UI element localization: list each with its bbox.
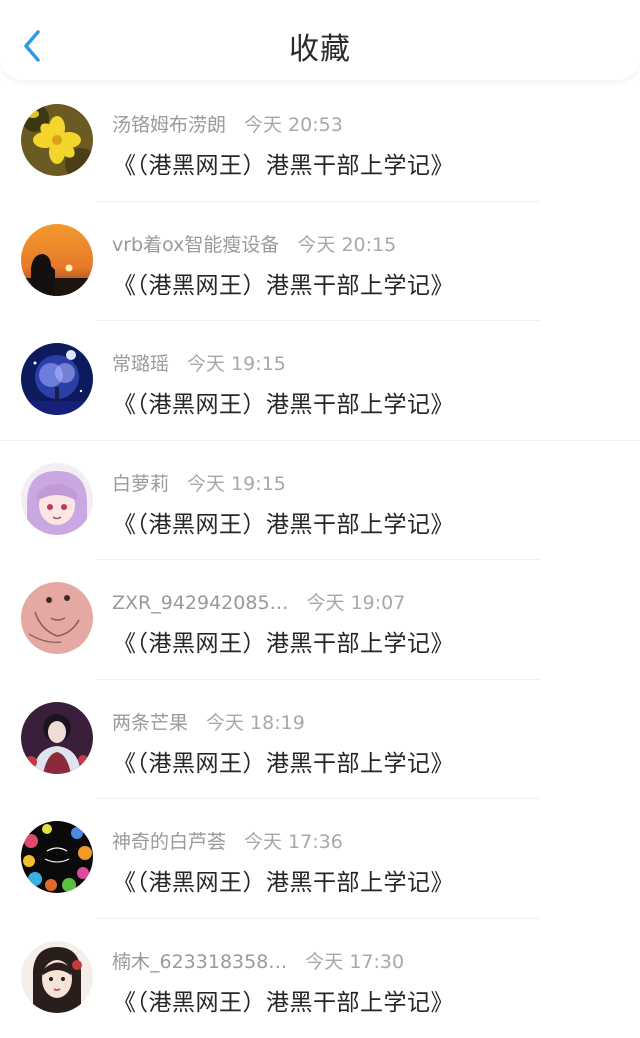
list-item[interactable]: 两条芒果今天 18:19 《（港黑网王）港黑干部上学记》 [0,680,640,800]
avatar [21,463,93,535]
timestamp: 今天 17:30 [305,951,404,973]
timestamp: 今天 19:15 [187,473,286,495]
message-text: 《（港黑网王）港黑干部上学记》 [113,624,454,658]
list-item[interactable]: 汤铬姆布涝朗今天 20:53 《（港黑网王）港黑干部上学记》 [0,82,640,202]
timestamp: 今天 20:15 [297,234,396,256]
sender-name: 汤铬姆布涝朗 [112,114,226,136]
avatar [21,104,93,176]
list-item[interactable]: ZXR_942942085… 今天 19:07 《（港黑网王）港黑干部上学记》 [0,560,640,680]
nav-bar: 收藏 [0,0,640,80]
page-title: 收藏 [0,24,640,68]
timestamp: 今天 17:36 [244,831,343,853]
timestamp: 今天 18:19 [206,712,305,734]
list-item[interactable]: vrb着ox智能瘦设备今天 20:15 《（港黑网王）港黑干部上学记》 [0,202,640,322]
avatar [21,343,93,415]
sender-name: 两条芒果 [112,712,188,734]
list-item[interactable]: 神奇的白芦荟今天 17:36 《（港黑网王）港黑干部上学记》 [0,799,640,919]
sender-name: 楠木_623318358… [112,951,287,973]
sender-name: 常璐瑶 [112,353,169,375]
sender-name: 白萝莉 [112,473,169,495]
list-item[interactable]: 楠木_623318358… 今天 17:30 《（港黑网王）港黑干部上学记》 [0,919,640,1038]
timestamp: 今天 19:15 [187,353,286,375]
list-item[interactable]: 常璐瑶今天 19:15 《（港黑网王）港黑干部上学记》 [0,321,640,441]
favorites-list: 汤铬姆布涝朗今天 20:53 《（港黑网王）港黑干部上学记》 [0,82,640,1038]
avatar [21,582,93,654]
sender-name: ZXR_942942085… [112,592,289,614]
timestamp: 今天 19:07 [307,592,406,614]
message-text: 《（港黑网王）港黑干部上学记》 [113,505,454,539]
sender-name: 神奇的白芦荟 [112,831,226,853]
avatar [21,702,93,774]
message-text: 《（港黑网王）港黑干部上学记》 [113,744,454,778]
list-item[interactable]: 白萝莉今天 19:15 《（港黑网王）港黑干部上学记》 [0,441,640,561]
message-text: 《（港黑网王）港黑干部上学记》 [113,146,454,180]
message-text: 《（港黑网王）港黑干部上学记》 [113,385,454,419]
message-text: 《（港黑网王）港黑干部上学记》 [113,266,454,300]
message-text: 《（港黑网王）港黑干部上学记》 [113,983,454,1017]
avatar [21,821,93,893]
avatar [21,941,93,1013]
sender-name: vrb着ox智能瘦设备 [112,234,279,256]
avatar [21,224,93,296]
message-text: 《（港黑网王）港黑干部上学记》 [113,863,454,897]
timestamp: 今天 20:53 [244,114,343,136]
